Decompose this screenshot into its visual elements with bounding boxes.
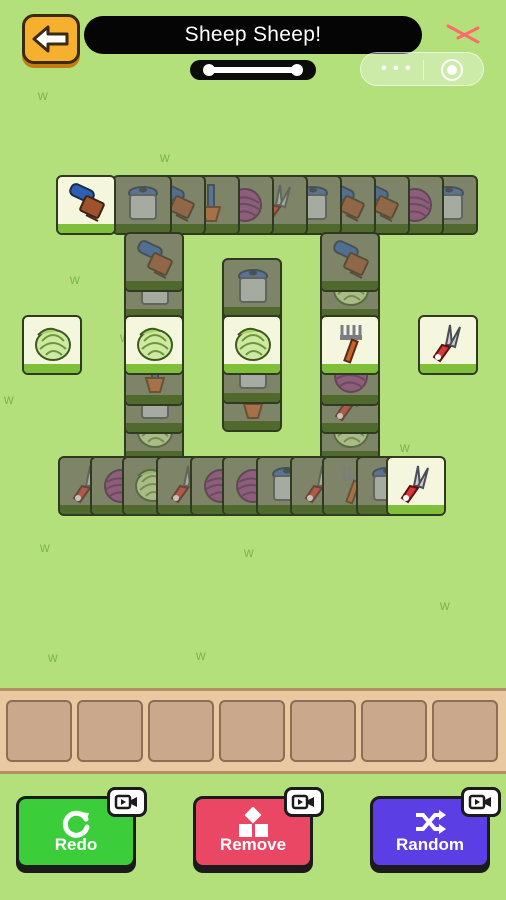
level-progress bbox=[190, 60, 316, 80]
brush-icon bbox=[137, 240, 173, 279]
tile-tray bbox=[0, 688, 506, 774]
tray-slot bbox=[290, 700, 356, 762]
back-button[interactable] bbox=[22, 14, 80, 64]
grass-decoration: ʷ bbox=[440, 598, 450, 620]
game-title: Sheep Sheep! bbox=[84, 16, 422, 54]
cabbage-icon bbox=[35, 327, 71, 361]
capsule-divider bbox=[423, 60, 424, 80]
tile-brush[interactable] bbox=[56, 175, 116, 235]
tile-pot bbox=[112, 175, 172, 235]
shears-icon bbox=[432, 324, 461, 363]
tile-shears[interactable] bbox=[386, 456, 446, 516]
mini-program-capsule: • • • bbox=[360, 52, 484, 86]
shears-icon bbox=[400, 465, 429, 504]
tray-slot bbox=[77, 700, 143, 762]
pot-icon bbox=[128, 186, 158, 220]
redo-button[interactable]: Redo bbox=[16, 787, 147, 868]
cabbage-icon bbox=[235, 327, 271, 361]
grass-decoration: ʷ bbox=[160, 150, 170, 172]
fork-icon bbox=[340, 325, 362, 364]
tile-cabbage[interactable] bbox=[124, 315, 184, 375]
brush-icon bbox=[69, 183, 105, 222]
arrow-left-icon bbox=[32, 25, 69, 53]
grass-decoration: ʷ bbox=[70, 272, 80, 294]
tile-cabbage[interactable] bbox=[22, 315, 82, 375]
tile-pot bbox=[222, 258, 282, 318]
video-ad-icon bbox=[461, 787, 501, 817]
remove-label: Remove bbox=[219, 835, 287, 854]
random-button[interactable]: Random bbox=[370, 787, 501, 868]
grass-decoration: ʷ bbox=[4, 392, 14, 414]
remove-button[interactable]: Remove bbox=[193, 787, 324, 868]
random-label: Random bbox=[396, 835, 464, 854]
tile-brush bbox=[124, 232, 184, 292]
grass-decoration: ʷ bbox=[38, 88, 48, 110]
shuffle-icon bbox=[416, 810, 446, 834]
tray-slot bbox=[148, 700, 214, 762]
tile-shears[interactable] bbox=[418, 315, 478, 375]
sound-muted-icon[interactable] bbox=[444, 18, 484, 48]
tile-fork[interactable] bbox=[320, 315, 380, 375]
close-mini-program-icon[interactable] bbox=[441, 59, 463, 81]
pot-icon bbox=[238, 269, 268, 303]
grass-decoration: ʷ bbox=[40, 540, 50, 562]
brush-icon bbox=[333, 240, 369, 279]
tray-slot bbox=[6, 700, 72, 762]
tile-brush bbox=[320, 232, 380, 292]
cabbage-icon bbox=[137, 327, 173, 361]
grass-decoration: ʷ bbox=[244, 545, 254, 567]
tray-slot bbox=[432, 700, 498, 762]
more-icon[interactable]: • • • bbox=[381, 61, 412, 77]
grass-decoration: ʷ bbox=[196, 648, 206, 670]
grass-decoration: ʷ bbox=[48, 650, 58, 672]
video-ad-icon bbox=[284, 787, 324, 817]
tray-slot bbox=[361, 700, 427, 762]
progress-track bbox=[203, 64, 303, 76]
tile-cabbage[interactable] bbox=[222, 315, 282, 375]
redo-label: Redo bbox=[54, 835, 98, 854]
tray-slot bbox=[219, 700, 285, 762]
video-ad-icon bbox=[107, 787, 147, 817]
